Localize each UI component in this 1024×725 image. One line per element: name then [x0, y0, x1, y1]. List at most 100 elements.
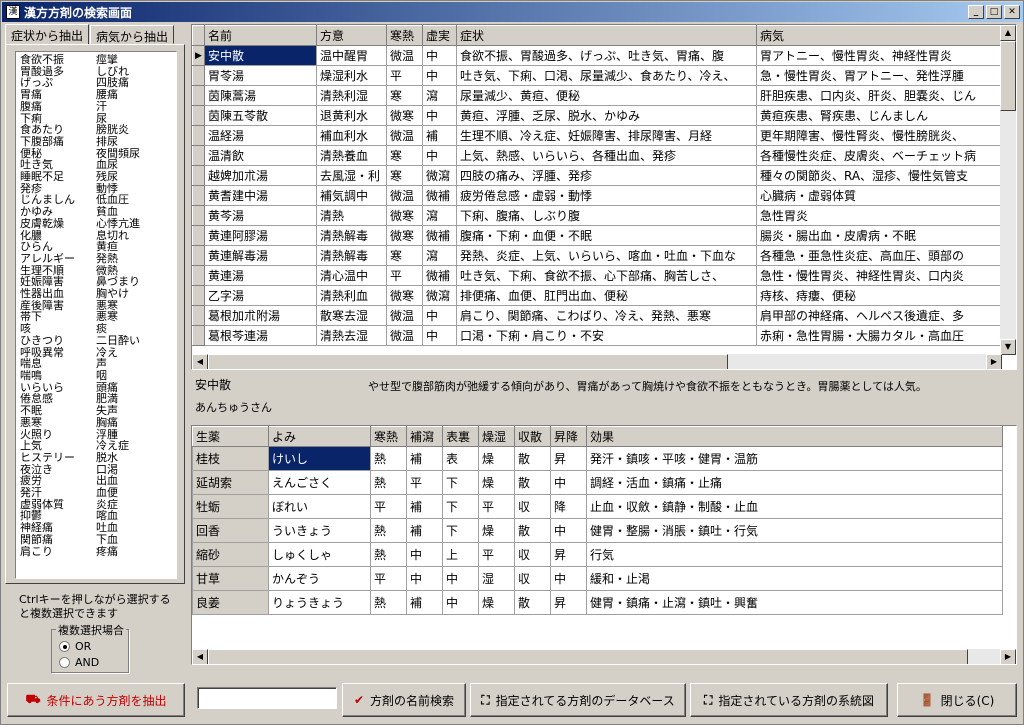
formula-hscroll[interactable]: ◀ ▶ — [192, 353, 1002, 369]
formula-cell[interactable]: 清熱解毒 — [316, 225, 387, 246]
formula-cell[interactable]: 黄疸疾患、腎疾患、じんましん — [756, 105, 1016, 126]
search-input[interactable] — [197, 687, 337, 709]
herb-cell[interactable]: 中 — [406, 542, 443, 567]
radio-or[interactable]: OR — [59, 640, 91, 653]
formula-cell[interactable]: 乙字湯 — [204, 285, 317, 306]
formula-cell[interactable]: 安中散 — [204, 45, 317, 66]
formula-cell[interactable]: 去風湿・利 — [316, 165, 387, 186]
herb-cell[interactable]: 縮砂 — [192, 542, 269, 567]
herb-cell[interactable]: 熱 — [370, 542, 407, 567]
symptom-item[interactable]: 食あたり — [20, 124, 96, 136]
formula-cell[interactable]: 中 — [422, 145, 457, 166]
row-header[interactable] — [192, 325, 205, 346]
formula-row[interactable]: 黄耆建中湯 補気調中 微温 微補 疲労倦怠感・虚弱・動悸 心臓病・虚弱体質 — [192, 185, 1016, 206]
symptom-item[interactable]: 冷え — [96, 347, 172, 359]
formula-cell[interactable]: 補血利水 — [316, 125, 387, 146]
formula-cell[interactable]: 葛根芩連湯 — [204, 325, 317, 346]
symptom-item[interactable]: 四肢痛 — [96, 77, 172, 89]
symptom-item[interactable]: 火照り — [20, 429, 96, 441]
formula-cell[interactable]: 微寒 — [386, 105, 423, 126]
herb-cell[interactable]: 散 — [514, 470, 551, 495]
symptom-item[interactable]: 関節痛 — [20, 534, 96, 546]
formula-cell[interactable]: 温清飲 — [204, 145, 317, 166]
formula-cell[interactable]: 黄連解毒湯 — [204, 245, 317, 266]
formula-cell[interactable]: 微寒 — [386, 285, 423, 306]
symptom-item[interactable]: 鼻づまり — [96, 276, 172, 288]
formula-cell[interactable]: 葛根加朮附湯 — [204, 305, 317, 326]
herb-cell[interactable]: 散 — [514, 518, 551, 543]
herb-column-header[interactable]: 寒熱 — [370, 426, 407, 447]
herb-cell[interactable]: 熱 — [370, 518, 407, 543]
formula-cell[interactable]: 黄連湯 — [204, 265, 317, 286]
formula-cell[interactable]: 微温 — [386, 305, 423, 326]
minimize-button[interactable]: _ — [968, 5, 984, 19]
herb-cell[interactable]: 平 — [370, 566, 407, 591]
formula-cell[interactable]: 平 — [386, 265, 423, 286]
symptom-item[interactable]: 産後障害 — [20, 300, 96, 312]
formula-cell[interactable]: 越婢加朮湯 — [204, 165, 317, 186]
formula-cell[interactable]: 茵陳五苓散 — [204, 105, 317, 126]
herb-cell[interactable]: 止血・収斂・鎮静・制酸・止血 — [586, 494, 1003, 519]
formula-cell[interactable]: 排便痛、血便、肛門出血、便秘 — [456, 285, 757, 306]
symptom-item[interactable]: 口渇 — [96, 464, 172, 476]
herb-grid[interactable]: 生薬 よみ 寒熱 補瀉 表裏 燥湿 収散 昇降 効果 桂枝 けいし熱補表燥散昇発汗・鎮咳・平咳・健… — [191, 425, 1017, 665]
herb-cell[interactable]: 平 — [478, 494, 515, 519]
row-header[interactable] — [192, 225, 205, 246]
symptom-item[interactable]: 低血圧 — [96, 194, 172, 206]
formula-cell[interactable]: 急性胃炎 — [756, 205, 1016, 226]
symptom-item[interactable]: 悪寒 — [20, 417, 96, 429]
formula-cell[interactable]: 清熱利湿 — [316, 85, 387, 106]
herb-row[interactable]: 良姜 りょうきょう熱補中燥散昇健胃・鎮痛・止瀉・鎮吐・興奮 — [192, 590, 1003, 615]
tab-disease[interactable]: 病気から抽出 — [90, 25, 175, 44]
symptom-item[interactable]: 心悸亢進 — [96, 218, 172, 230]
symptom-list[interactable]: 食欲不振 痙攣 胃酸過多 しびれ げっぷ 四肢痛 胃痛 腰痛 腹痛汗下痢尿食あたり 膀胱炎 下腹部痛… — [15, 51, 177, 579]
scroll-right-arrow[interactable]: ▶ — [986, 354, 1002, 369]
tab-symptom[interactable]: 症状から抽出 — [5, 24, 90, 45]
herb-cell[interactable]: 牡蛎 — [192, 494, 269, 519]
herb-cell[interactable]: かんぞう — [268, 566, 371, 591]
formula-cell[interactable]: 各種慢性炎症、皮膚炎、ベーチェット病 — [756, 145, 1016, 166]
symptom-item[interactable]: 炎症 — [96, 499, 172, 511]
herb-cell[interactable]: 補 — [406, 446, 443, 471]
formula-row[interactable]: 温清飲 清熱養血寒中上気、熱感、いらいら、各種出血、発疹 各種慢性炎症、皮膚炎、ベー… — [192, 145, 1016, 166]
formula-row[interactable]: 越婢加朮湯 去風湿・利寒微瀉 四肢の痛み、浮腫、発疹 種々の関節炎、RA、湿疹、慢性気… — [192, 165, 1016, 186]
herb-cell[interactable]: 熱 — [370, 590, 407, 615]
symptom-item[interactable]: 貧血 — [96, 206, 172, 218]
formula-row[interactable]: 茵陳五苓散 退黄利水 微寒中黄疸、浮腫、乏尿、脱水、かゆみ 黄疸疾患、腎疾患、じんまし… — [192, 105, 1016, 126]
formula-cell[interactable]: 中 — [422, 45, 457, 66]
formula-cell[interactable]: 平 — [386, 65, 423, 86]
formula-cell[interactable]: 中 — [422, 65, 457, 86]
formula-cell[interactable]: 痔核、痔瘻、便秘 — [756, 285, 1016, 306]
formula-row[interactable]: 温経湯 補血利水 微温補生理不順、冷え症、妊娠障害、排尿障害、月経 更年期障害、慢性腎… — [192, 125, 1016, 146]
row-header[interactable] — [192, 85, 205, 106]
herb-cell[interactable]: 中 — [442, 590, 479, 615]
herb-cell[interactable]: 回香 — [192, 518, 269, 543]
symptom-item[interactable]: げっぷ — [20, 77, 96, 89]
herb-cell[interactable]: ういきょう — [268, 518, 371, 543]
row-header[interactable] — [192, 205, 205, 226]
herb-scroll-left-arrow[interactable]: ◀ — [192, 649, 208, 664]
symptom-item[interactable]: 失声 — [96, 405, 172, 417]
herb-cell[interactable]: 延胡索 — [192, 470, 269, 495]
scroll-thumb[interactable] — [1000, 41, 1016, 111]
formula-cell[interactable]: 吐き気、下痢、口渇、尿量減少、食あたり、冷え、 — [456, 65, 757, 86]
symptom-item[interactable]: ひきつり — [20, 335, 96, 347]
row-header[interactable] — [192, 265, 205, 286]
row-header[interactable] — [192, 285, 205, 306]
symptom-item[interactable]: 帯下 — [20, 311, 96, 323]
herb-column-header[interactable]: よみ — [268, 426, 371, 447]
herb-cell[interactable]: 燥 — [478, 590, 515, 615]
formula-cell[interactable]: 尿量減少、黄疸、便秘 — [456, 85, 757, 106]
formula-column-header[interactable]: 名前 — [204, 25, 317, 46]
herb-cell[interactable]: 甘草 — [192, 566, 269, 591]
symptom-item[interactable]: 抑鬱 — [20, 510, 96, 522]
herb-cell[interactable]: 良姜 — [192, 590, 269, 615]
formula-cell[interactable]: 温経湯 — [204, 125, 317, 146]
formula-cell[interactable]: 温中醒胃 — [316, 45, 387, 66]
formula-cell[interactable]: 胃苓湯 — [204, 65, 317, 86]
formula-column-header[interactable]: 方意 — [316, 25, 387, 46]
formula-row[interactable]: 胃苓湯 燥湿利水平中吐き気、下痢、口渇、尿量減少、食あたり、冷え、 急・慢性胃炎、胃… — [192, 65, 1016, 86]
symptom-item[interactable]: 発熱 — [96, 253, 172, 265]
symptom-item[interactable]: 痰 — [96, 323, 172, 335]
formula-cell[interactable]: 瀉 — [422, 85, 457, 106]
